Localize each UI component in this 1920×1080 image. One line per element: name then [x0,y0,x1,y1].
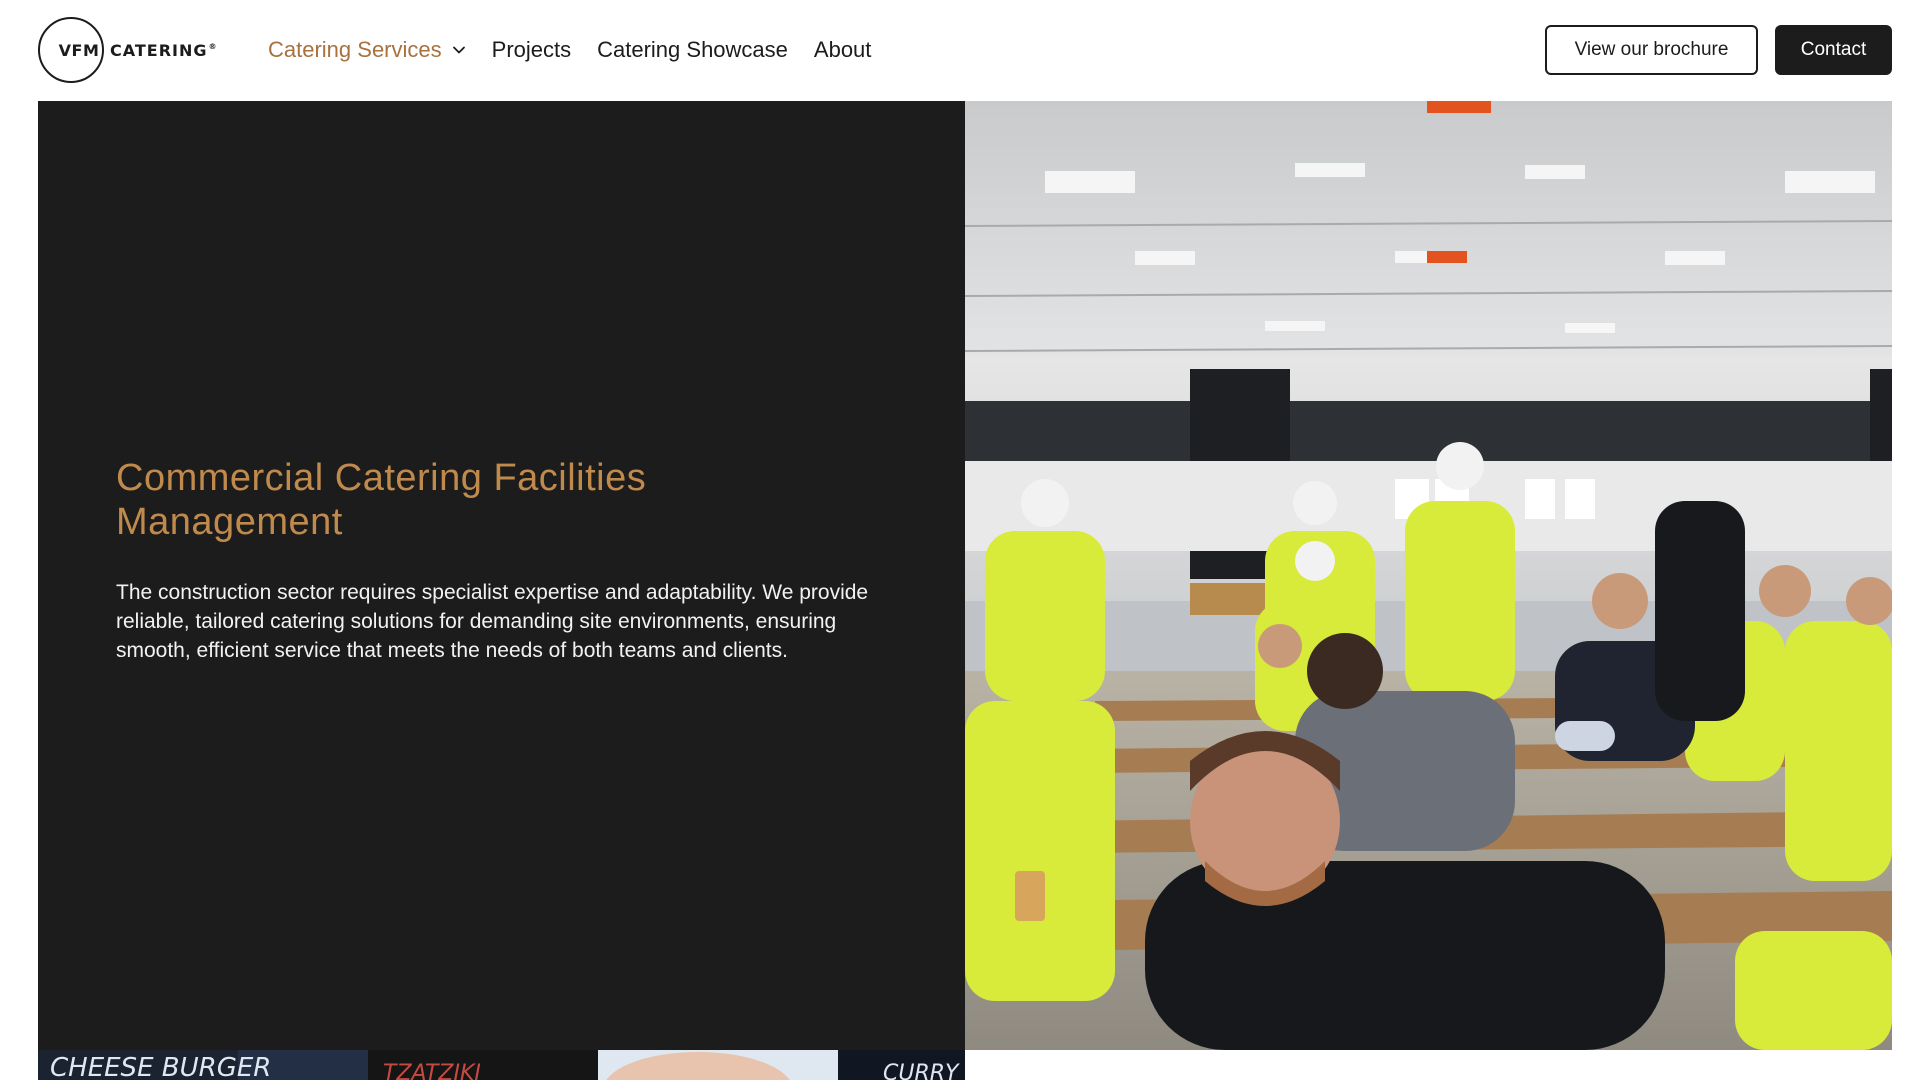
vfm-catering-logo[interactable]: VFM CATERING® [38,17,218,83]
nav-catering-services-label: Catering Services [268,37,442,62]
menu-board-photo: CHEESE BURGER TZATZIKI CURRY [38,1050,965,1080]
hero-title-line-2: Management [116,501,343,543]
contact-button[interactable]: Contact [1775,25,1892,75]
canteen-photo-illustration [965,101,1892,1050]
logo-mark: VFM [58,40,100,60]
hero-description: The construction sector requires special… [116,581,869,662]
next-section-photo-strip: CHEESE BURGER TZATZIKI CURRY [38,1050,965,1080]
logo-registered-mark: ® [208,42,218,52]
hero-title: Commercial Catering Facilities Managemen… [116,456,816,544]
hero-canteen-photo [965,101,1892,1050]
board-text-cheese-burger: CHEESE BURGER [50,1053,271,1080]
nav-catering-showcase[interactable]: Catering Showcase [597,37,788,63]
hero-text-panel: Commercial Catering Facilities Managemen… [38,101,965,1050]
site-header: VFM CATERING® Catering Services Projects… [0,0,1920,100]
nav-about[interactable]: About [814,37,872,63]
logo-wordmark: CATERING® [110,41,218,60]
view-brochure-button[interactable]: View our brochure [1545,25,1758,75]
logo-word-text: CATERING [110,40,208,60]
chevron-down-icon [452,46,465,54]
board-text-curry: CURRY [883,1061,960,1080]
nav-projects[interactable]: Projects [492,37,571,63]
logo-circle: VFM [38,17,104,83]
board-text-tzatziki: TZATZIKI [383,1061,481,1080]
nav-catering-services[interactable]: Catering Services [268,37,466,63]
main-nav: Catering Services Projects Catering Show… [268,30,897,70]
hero-title-line-1: Commercial Catering Facilities [116,457,647,499]
